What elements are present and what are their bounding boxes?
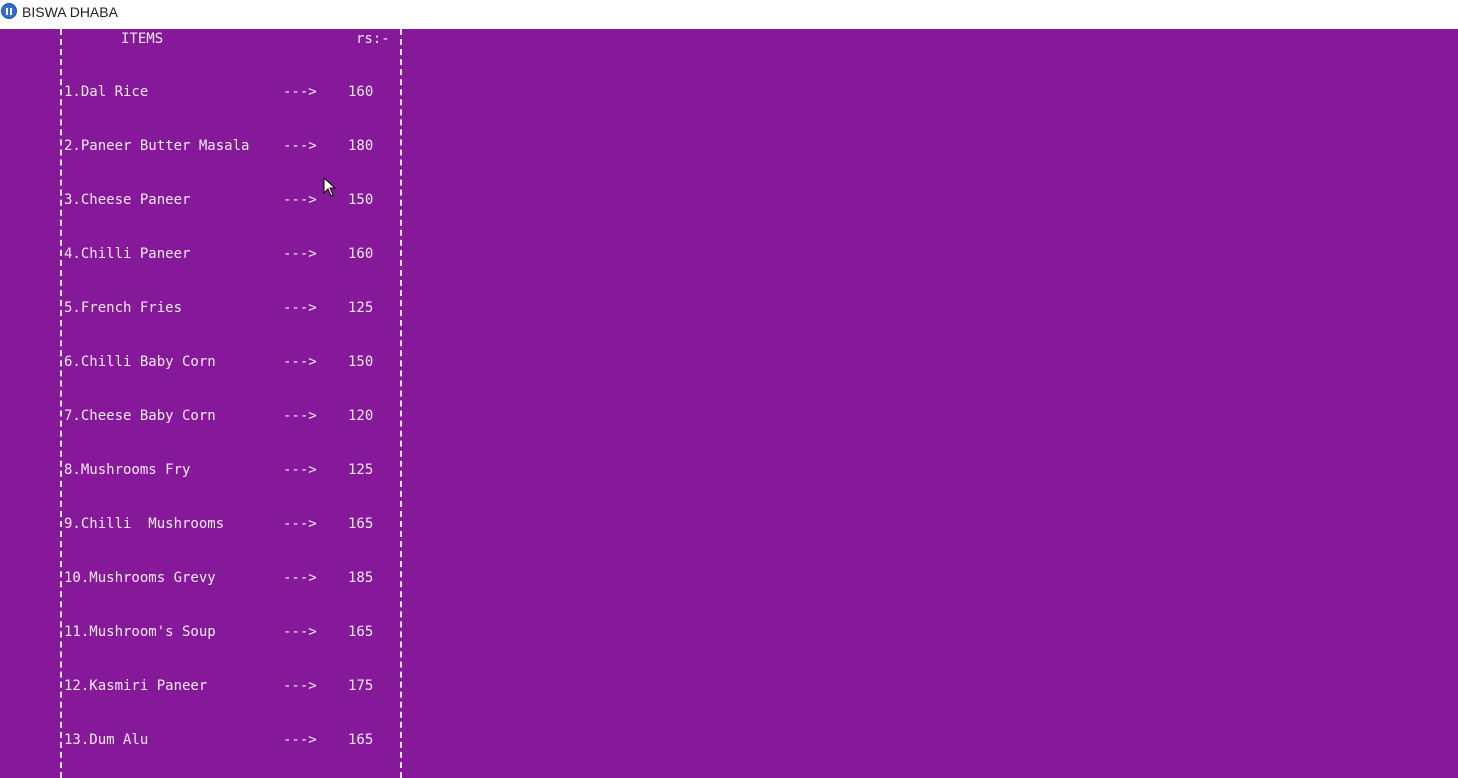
item-arrow: ---> xyxy=(283,84,317,100)
item-name: 3.Cheese Paneer xyxy=(64,192,191,208)
item-name: 13.Dum Alu xyxy=(64,732,149,748)
item-name: 8.Mushrooms Fry xyxy=(64,462,191,478)
app-icon xyxy=(1,3,17,19)
item-price: 165 xyxy=(348,516,374,532)
price-header: rs:- xyxy=(356,31,390,47)
item-arrow: ---> xyxy=(283,678,317,694)
items-header: ITEMS xyxy=(121,31,164,47)
item-name: 11.Mushroom's Soup xyxy=(64,624,216,640)
item-arrow: ---> xyxy=(283,516,317,532)
menu-item-row: 4.Chilli Paneer ---> 160 xyxy=(0,246,420,262)
item-price: 180 xyxy=(348,138,374,154)
item-name: 7.Cheese Baby Corn xyxy=(64,408,216,424)
console-area: ITEMS rs:- 1.Dal Rice ---> 160 2.Paneer … xyxy=(0,29,1458,778)
menu-item-row: 13.Dum Alu ---> 165 xyxy=(0,732,420,748)
item-name: 10.Mushrooms Grevy xyxy=(64,570,216,586)
item-price: 160 xyxy=(348,84,374,100)
item-price: 175 xyxy=(348,678,374,694)
menu-item-row: 2.Paneer Butter Masala ---> 180 xyxy=(0,138,420,154)
item-price: 125 xyxy=(348,300,374,316)
item-name: 9.Chilli Mushrooms xyxy=(64,516,225,532)
item-name: 12.Kasmiri Paneer xyxy=(64,678,208,694)
item-price: 160 xyxy=(348,246,374,262)
item-price: 165 xyxy=(348,732,374,748)
item-arrow: ---> xyxy=(283,624,317,640)
menu-item-row: 7.Cheese Baby Corn ---> 120 xyxy=(0,408,420,424)
item-arrow: ---> xyxy=(283,354,317,370)
item-arrow: ---> xyxy=(283,246,317,262)
menu-item-row: 6.Chilli Baby Corn ---> 150 xyxy=(0,354,420,370)
menu-item-row: 9.Chilli Mushrooms ---> 165 xyxy=(0,516,420,532)
item-arrow: ---> xyxy=(283,192,317,208)
menu-item-row: 1.Dal Rice ---> 160 xyxy=(0,84,420,100)
item-price: 165 xyxy=(348,624,374,640)
item-name: 4.Chilli Paneer xyxy=(64,246,191,262)
window-title: BISWA DHABA xyxy=(22,4,118,20)
menu-item-row: 3.Cheese Paneer ---> 150 xyxy=(0,192,420,208)
item-name: 5.French Fries xyxy=(64,300,183,316)
item-arrow: ---> xyxy=(283,732,317,748)
item-arrow: ---> xyxy=(283,408,317,424)
item-arrow: ---> xyxy=(283,462,317,478)
item-price: 150 xyxy=(348,192,374,208)
item-price: 120 xyxy=(348,408,374,424)
menu-item-row: 10.Mushrooms Grevy ---> 185 xyxy=(0,570,420,586)
menu-item-row: 5.French Fries ---> 125 xyxy=(0,300,420,316)
item-arrow: ---> xyxy=(283,300,317,316)
item-price: 150 xyxy=(348,354,374,370)
menu-item-row: 11.Mushroom's Soup ---> 165 xyxy=(0,624,420,640)
item-name: 2.Paneer Butter Masala xyxy=(64,138,250,154)
item-name: 1.Dal Rice xyxy=(64,84,149,100)
item-arrow: ---> xyxy=(283,138,317,154)
mouse-pointer-icon xyxy=(323,177,337,197)
title-bar: BISWA DHABA xyxy=(0,0,1458,29)
item-price: 125 xyxy=(348,462,374,478)
item-arrow: ---> xyxy=(283,570,317,586)
menu-item-row: 8.Mushrooms Fry ---> 125 xyxy=(0,462,420,478)
item-name: 6.Chilli Baby Corn xyxy=(64,354,216,370)
menu-item-row: 12.Kasmiri Paneer ---> 175 xyxy=(0,678,420,694)
item-price: 185 xyxy=(348,570,374,586)
